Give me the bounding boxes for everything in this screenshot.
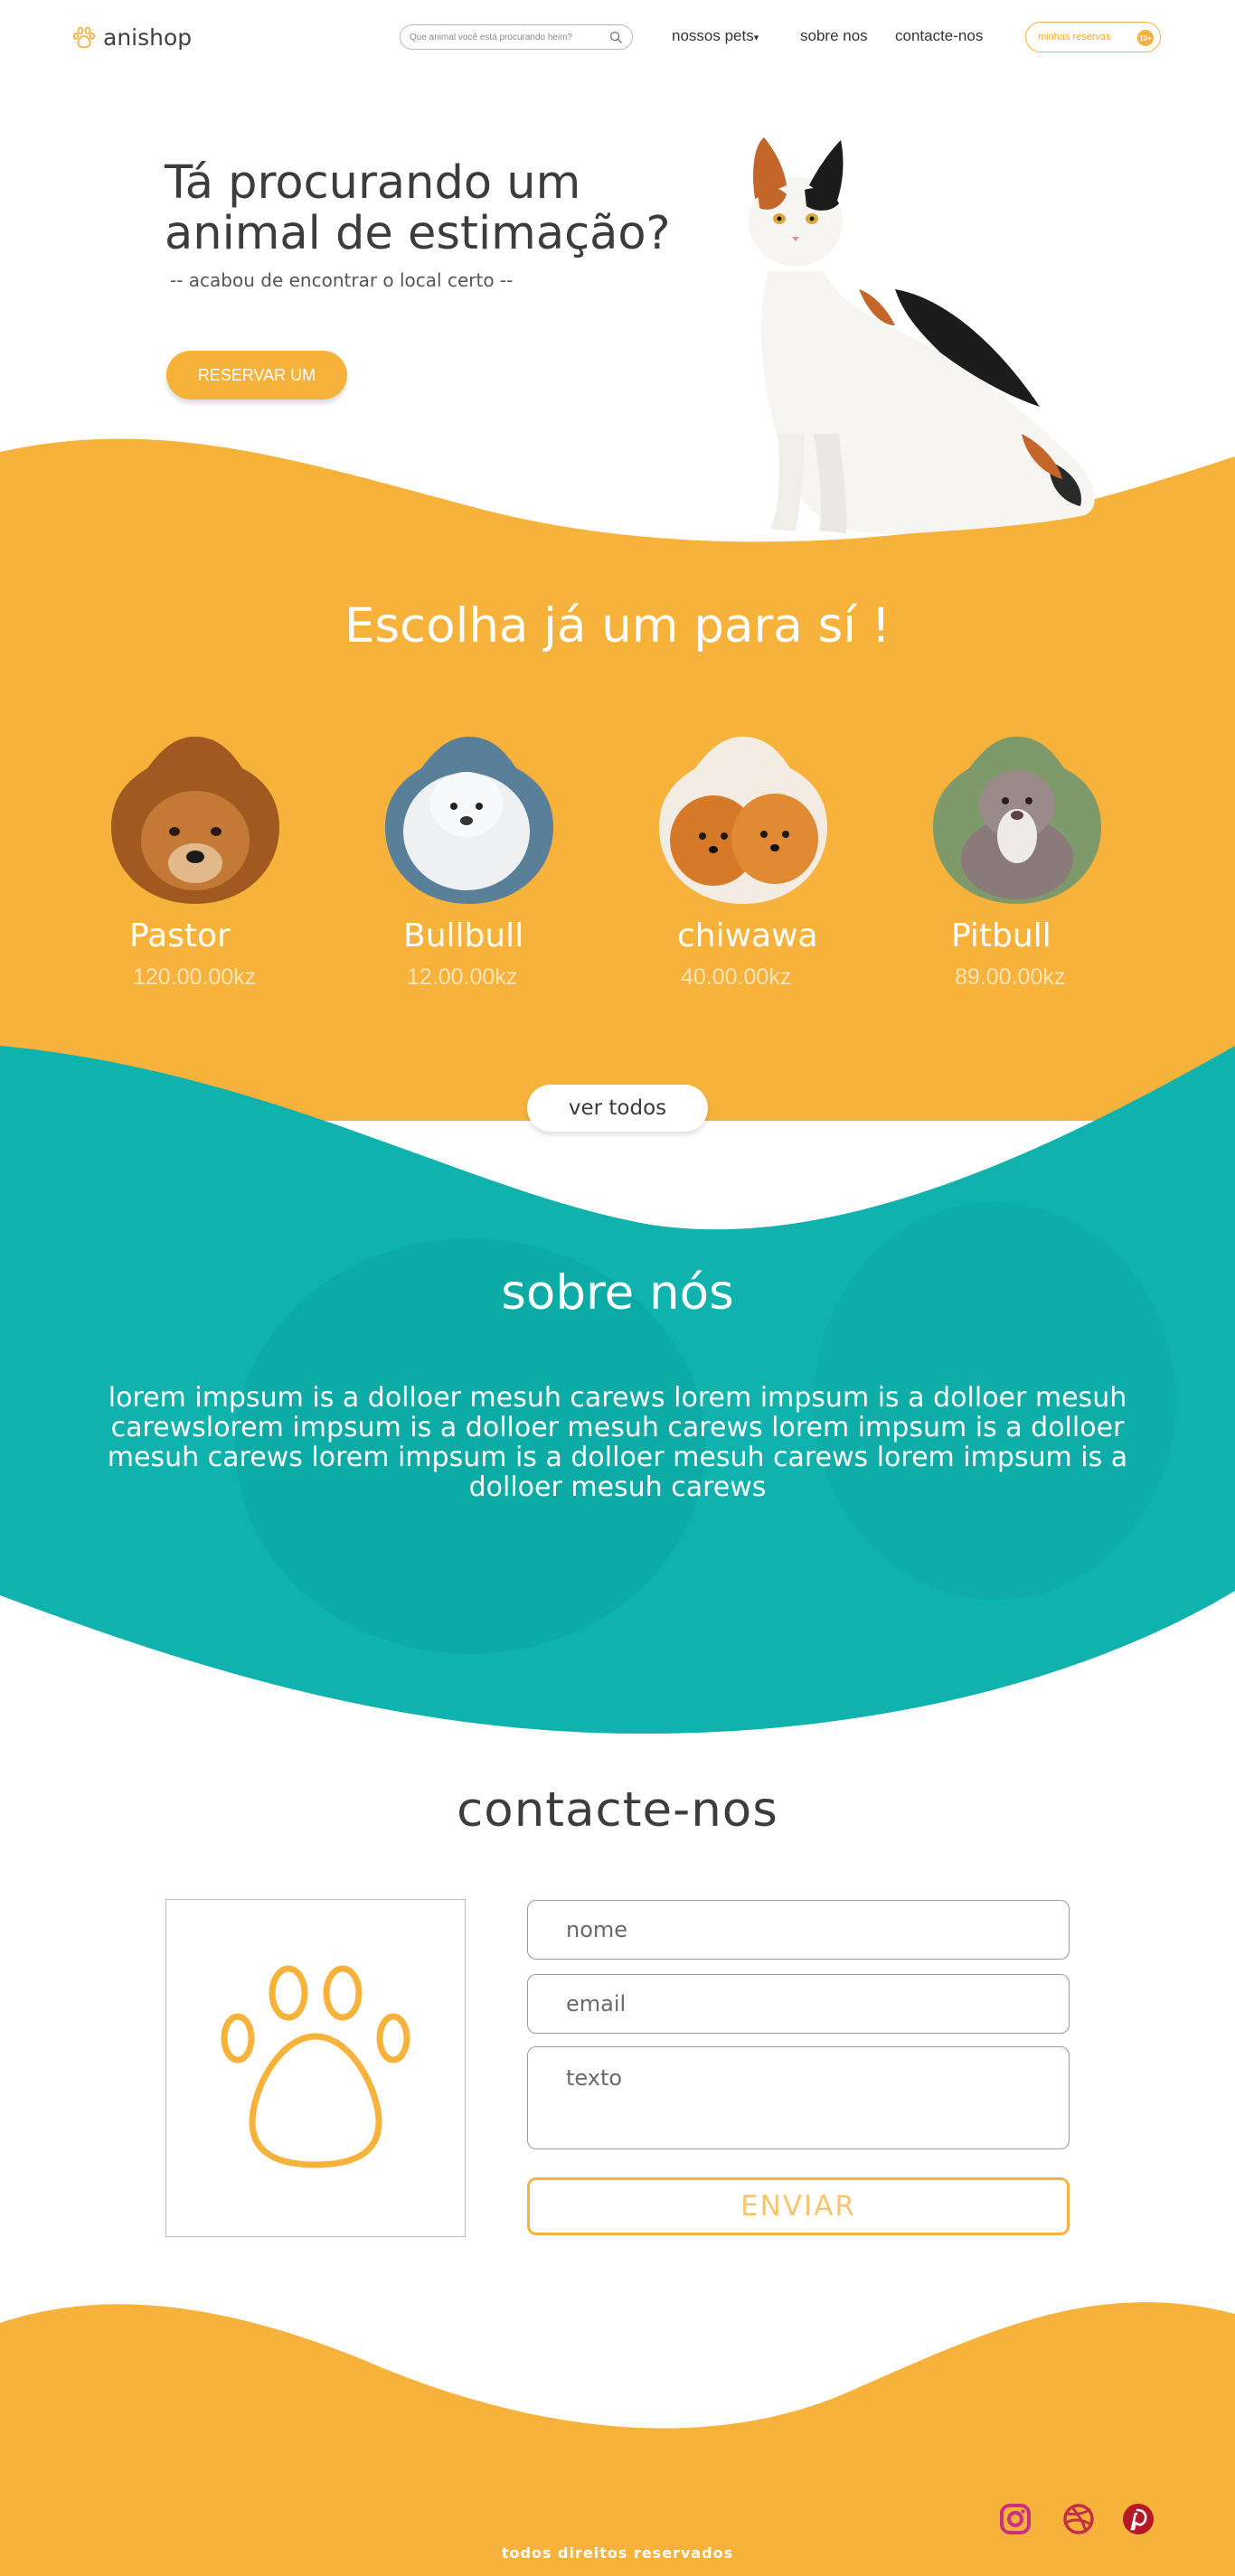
paw-illustration-box <box>165 1899 466 2237</box>
hero-subtitle: -- acabou de encontrar o local certo -- <box>170 269 514 291</box>
nav-link-pets[interactable]: nossos pets▾ <box>672 27 759 45</box>
pet-price: 120.00.00kz <box>133 964 257 990</box>
pet-name: Bullbull <box>403 917 524 954</box>
logo-text: anishop <box>103 24 193 51</box>
search-input[interactable] <box>410 32 599 42</box>
message-field[interactable] <box>527 2046 1070 2149</box>
pinterest-icon[interactable] <box>1121 2502 1155 2536</box>
send-button[interactable]: ENVIAR <box>527 2177 1070 2235</box>
instagram-icon[interactable] <box>998 2502 1032 2536</box>
about-text: lorem impsum is a dolloer mesuh carews l… <box>107 1382 1128 1503</box>
email-field[interactable] <box>527 1974 1070 2034</box>
hero-title-line2: animal de estimação? <box>165 207 671 260</box>
pet-name: Pitbull <box>951 917 1051 954</box>
hero-title-line1: Tá procurando um <box>165 156 581 210</box>
paw-icon <box>72 26 96 48</box>
see-all-button[interactable]: ver todos <box>527 1085 708 1132</box>
pet-card-bullbull[interactable]: Bullbull 12.00.00kz <box>385 732 557 990</box>
pet-photo-pitbull <box>933 737 1101 904</box>
pet-photo-chiwawa <box>659 737 827 904</box>
footer-wave <box>0 2302 1235 2576</box>
search-icon[interactable] <box>609 31 623 44</box>
nav-link-about[interactable]: sobre nos <box>800 27 868 45</box>
pet-name: Pastor <box>129 917 231 954</box>
nav-link-contact[interactable]: contacte-nos <box>895 27 983 45</box>
my-reservations-button[interactable]: minhas reservas 10+ <box>1025 22 1161 52</box>
contact-section-title: contacte-nos <box>457 1782 778 1838</box>
pet-card-pitbull[interactable]: Pitbull 89.00.00kz <box>933 732 1105 990</box>
about-section-title: sobre nós <box>501 1265 734 1321</box>
dribbble-icon[interactable] <box>1061 2502 1096 2536</box>
pet-photo-pastor <box>111 737 279 904</box>
paw-icon <box>221 1965 410 2168</box>
pet-card-pastor[interactable]: Pastor 120.00.00kz <box>111 732 283 990</box>
reserve-one-button[interactable]: RESERVAR UM <box>166 351 347 400</box>
pet-price: 12.00.00kz <box>407 964 518 990</box>
pet-photo-bullbull <box>385 737 553 904</box>
name-field[interactable] <box>527 1900 1070 1960</box>
pet-name: chiwawa <box>677 917 818 954</box>
nav-link-label: nossos pets <box>672 27 754 44</box>
reservations-label: minhas reservas <box>1038 32 1111 42</box>
logo[interactable]: anishop <box>72 24 192 51</box>
search-box <box>400 24 633 50</box>
footer-copyright: todos direitos reservados <box>501 2544 734 2562</box>
top-navigation: anishop nossos pets▾ sobre nos contacte-… <box>0 0 1235 74</box>
hero-title: Tá procurando um animal de estimação? <box>165 158 671 259</box>
pet-price: 40.00.00kz <box>681 964 792 990</box>
pet-price: 89.00.00kz <box>955 964 1066 990</box>
caret-down-icon: ▾ <box>753 33 759 43</box>
reservations-count-badge: 10+ <box>1137 30 1154 46</box>
hero-cat-image <box>749 137 1095 534</box>
pets-section-title: Escolha já um para sí ! <box>344 598 891 653</box>
pet-card-chiwawa[interactable]: chiwawa 40.00.00kz <box>659 732 831 990</box>
